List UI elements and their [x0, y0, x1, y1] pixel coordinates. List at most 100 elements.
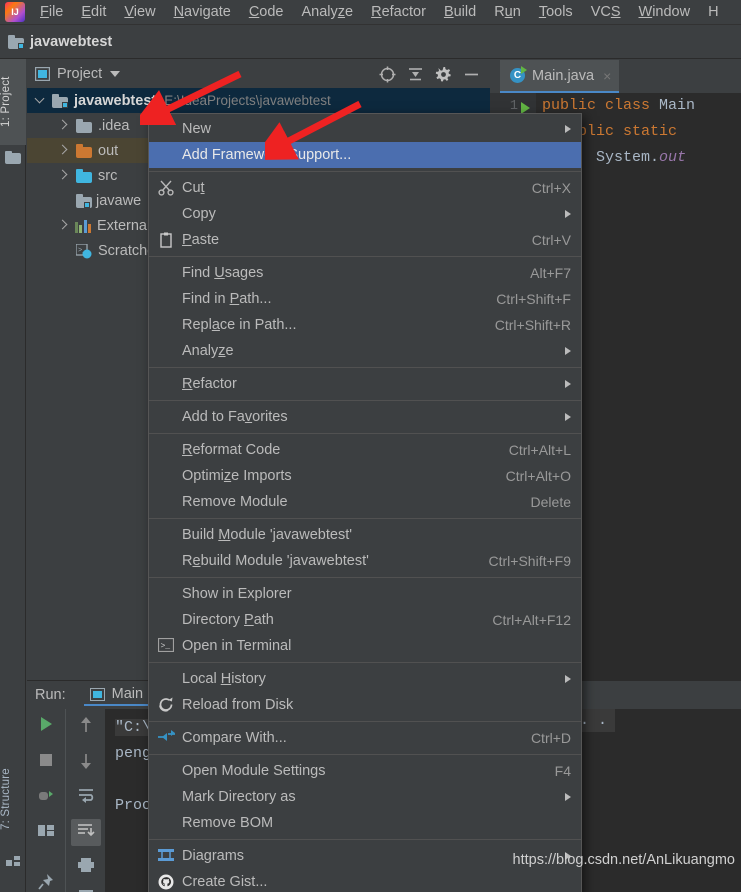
- close-icon[interactable]: ×: [603, 68, 611, 84]
- print-icon[interactable]: [77, 857, 95, 878]
- context-menu-item-mark-directory-as[interactable]: Mark Directory as: [149, 784, 581, 810]
- menu-vcs[interactable]: VCS: [582, 1, 630, 23]
- sidebar-item-structure[interactable]: 7: Structure: [0, 749, 26, 849]
- pin-icon[interactable]: [37, 873, 55, 892]
- menu-item-shortcut: Delete: [530, 494, 571, 510]
- context-menu-item-rebuild-module-javawebtest[interactable]: Rebuild Module 'javawebtest' Ctrl+Shift+F…: [149, 548, 581, 574]
- hide-toolwindow-icon[interactable]: [463, 66, 480, 83]
- menu-separator: [149, 839, 581, 840]
- context-menu-item-copy[interactable]: Copy: [149, 201, 581, 227]
- context-menu-item-open-module-settings[interactable]: Open Module Settings F4: [149, 758, 581, 784]
- collapse-all-icon[interactable]: [407, 66, 424, 83]
- structure-grid-icon[interactable]: [6, 854, 22, 868]
- menu-item-label: Diagrams: [182, 848, 245, 864]
- menu-item-label: Rebuild Module 'javawebtest': [182, 553, 369, 569]
- navbar-project-name[interactable]: javawebtest: [30, 34, 112, 50]
- chevron-right-icon[interactable]: [57, 170, 68, 181]
- menu-item-shortcut: Ctrl+V: [531, 232, 571, 248]
- context-menu-item-refactor[interactable]: Refactor: [149, 371, 581, 397]
- menu-build[interactable]: Build: [435, 1, 485, 23]
- context-menu-item-cut[interactable]: Cut Ctrl+X: [149, 175, 581, 201]
- menu-code[interactable]: Code: [240, 1, 293, 23]
- chevron-right-icon[interactable]: [57, 145, 68, 156]
- context-menu-item-paste[interactable]: Paste Ctrl+V: [149, 227, 581, 253]
- gear-icon[interactable]: [435, 66, 452, 83]
- menu-item-shortcut: Ctrl+D: [530, 730, 571, 746]
- context-menu-item-add-framework-support[interactable]: Add Framework Support...: [149, 142, 581, 168]
- context-menu[interactable]: New Add Framework Support... Cut Ctrl+X Copy…: [148, 113, 582, 892]
- context-menu-item-local-history[interactable]: Local History: [149, 666, 581, 692]
- layout-windows-icon[interactable]: [37, 823, 55, 844]
- menu-item-label: Reload from Disk: [182, 697, 294, 713]
- menu-file[interactable]: File: [31, 1, 72, 23]
- tab-main-java[interactable]: Main.java ×: [500, 60, 620, 93]
- main-menu-bar: File Edit View Navigate Code Analyze Ref…: [0, 0, 741, 25]
- menu-analyze[interactable]: Analyze: [293, 1, 363, 23]
- context-menu-item-add-to-favorites[interactable]: Add to Favorites: [149, 404, 581, 430]
- context-menu-item-open-in-terminal[interactable]: >_ Open in Terminal: [149, 633, 581, 659]
- context-menu-item-reformat-code[interactable]: Reformat Code Ctrl+Alt+L: [149, 437, 581, 463]
- context-menu-item-remove-bom[interactable]: Remove BOM: [149, 810, 581, 836]
- context-menu-item-create-gist[interactable]: Create Gist...: [149, 869, 581, 892]
- iml-file-icon: [76, 193, 92, 208]
- terminal-icon: >_: [157, 637, 175, 654]
- menu-separator: [149, 577, 581, 578]
- run-icon[interactable]: [37, 715, 55, 738]
- menu-separator: [149, 171, 581, 172]
- svg-text:>_: >_: [161, 642, 171, 651]
- menu-view[interactable]: View: [115, 1, 164, 23]
- menu-help[interactable]: H: [699, 1, 727, 23]
- chevron-right-icon[interactable]: [57, 220, 68, 231]
- context-menu-item-analyze[interactable]: Analyze: [149, 338, 581, 364]
- rerun-debug-icon[interactable]: [37, 787, 55, 810]
- stop-icon[interactable]: [37, 751, 55, 774]
- chevron-down-icon[interactable]: [110, 71, 121, 77]
- menu-item-label: Paste: [182, 232, 220, 248]
- menu-item-label: Local History: [182, 671, 266, 687]
- context-menu-item-show-in-explorer[interactable]: Show in Explorer: [149, 581, 581, 607]
- up-arrow-icon[interactable]: [78, 715, 94, 740]
- menu-item-label: New: [182, 121, 212, 137]
- menu-run[interactable]: Run: [485, 1, 530, 23]
- tree-node-label: out: [98, 142, 119, 159]
- context-menu-item-compare-with[interactable]: Compare With... Ctrl+D: [149, 725, 581, 751]
- chevron-right-icon[interactable]: [57, 120, 68, 131]
- context-menu-item-remove-module[interactable]: Remove Module Delete: [149, 489, 581, 515]
- menu-item-label: Analyze: [182, 343, 234, 359]
- menu-item-shortcut: Ctrl+X: [531, 180, 571, 196]
- menu-item-label: Add to Favorites: [182, 409, 288, 425]
- context-menu-item-reload-from-disk[interactable]: Reload from Disk: [149, 692, 581, 718]
- folder-icon: [76, 118, 92, 133]
- menu-separator: [149, 433, 581, 434]
- context-menu-item-find-usages[interactable]: Find Usages Alt+F7: [149, 260, 581, 286]
- context-menu-item-build-module-javawebtest[interactable]: Build Module 'javawebtest': [149, 522, 581, 548]
- menu-window[interactable]: Window: [630, 1, 700, 23]
- context-menu-item-new[interactable]: New: [149, 116, 581, 142]
- context-menu-item-optimize-imports[interactable]: Optimize Imports Ctrl+Alt+O: [149, 463, 581, 489]
- menu-navigate[interactable]: Navigate: [165, 1, 240, 23]
- menu-item-label: Remove Module: [182, 494, 288, 510]
- tree-node-javawebtest[interactable]: javawebtest E:\IdeaProjects\javawebtest: [27, 88, 490, 113]
- context-menu-item-directory-path[interactable]: Directory Path Ctrl+Alt+F12: [149, 607, 581, 633]
- locate-icon[interactable]: [379, 66, 396, 83]
- chevron-down-icon[interactable]: [35, 95, 46, 106]
- menu-item-shortcut: Ctrl+Shift+F9: [488, 553, 571, 569]
- menu-separator: [149, 662, 581, 663]
- context-menu-item-find-in-path[interactable]: Find in Path... Ctrl+Shift+F: [149, 286, 581, 312]
- intellij-idea-window: File Edit View Navigate Code Analyze Ref…: [0, 0, 741, 892]
- scroll-to-end-icon[interactable]: [70, 819, 101, 846]
- soft-wrap-icon[interactable]: [77, 787, 95, 808]
- tree-node-path: E:\IdeaProjects\javawebtest: [164, 93, 331, 108]
- menu-item-shortcut: Ctrl+Alt+L: [508, 442, 571, 458]
- context-menu-item-replace-in-path[interactable]: Replace in Path... Ctrl+Shift+R: [149, 312, 581, 338]
- folder-icon: [76, 143, 92, 158]
- menu-edit[interactable]: Edit: [72, 1, 115, 23]
- run-config-tab[interactable]: Main: [83, 684, 150, 706]
- folder-icon[interactable]: [5, 151, 21, 165]
- sidebar-item-project[interactable]: 1: Project: [0, 59, 26, 145]
- navigation-bar: javawebtest: [0, 25, 741, 59]
- project-view-icon: [35, 67, 50, 81]
- down-arrow-icon[interactable]: [78, 751, 94, 776]
- menu-refactor[interactable]: Refactor: [362, 1, 435, 23]
- menu-tools[interactable]: Tools: [530, 1, 582, 23]
